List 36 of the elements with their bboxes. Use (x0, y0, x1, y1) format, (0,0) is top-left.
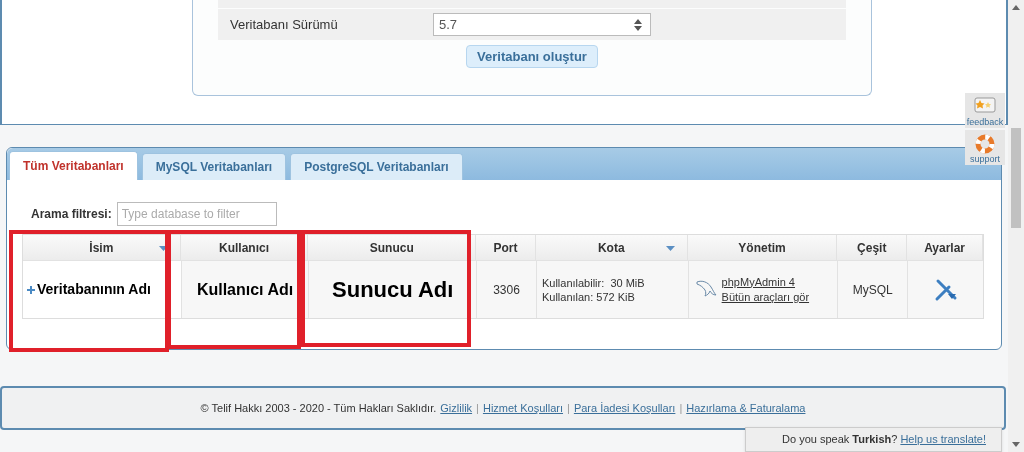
lifebuoy-icon (975, 134, 995, 154)
create-database-button[interactable]: Veritabanı oluştur (466, 45, 598, 68)
tab[interactable]: Tüm Veritabanları (9, 151, 138, 180)
footer-link[interactable]: Hazırlama & Faturalama (686, 399, 806, 417)
spinner-arrows-icon (634, 18, 642, 31)
admin-link[interactable]: Bütün araçları gör (721, 289, 810, 305)
database-name: Veritabanının Adı (37, 280, 151, 299)
server-name: Sunucu Adı (332, 276, 454, 304)
quota-text: Kullanılan: 572 KiB (541, 289, 636, 304)
footer-link[interactable]: Gizlilik (440, 399, 473, 417)
support-button[interactable]: support (965, 130, 1005, 165)
footer-link[interactable]: Hizmet Koşulları (482, 399, 563, 417)
copyright-text: © Telif Hakkı 2003 - 2020 - Tüm Hakları Saklıdır. (200, 400, 437, 416)
link-separator: | (567, 400, 570, 416)
plus-icon[interactable] (27, 285, 35, 294)
type-cell-text: MySQL (852, 281, 893, 299)
feedback-button[interactable]: feedback (965, 93, 1005, 128)
user-name: Kullanıcı Adı (196, 279, 294, 300)
filter-field[interactable]: Type database to filter (116, 202, 277, 226)
filter-label: Arama filtresi: (31, 206, 112, 223)
admin-link[interactable]: phpMyAdmin 4 (721, 274, 810, 290)
tab[interactable]: MySQL Veritabanları (141, 153, 287, 180)
quota-text: Kullanılabilir: 30 MiB (541, 275, 646, 290)
version-label: Veritabanı Sürümü (230, 15, 339, 34)
scroll-down-icon[interactable] (1012, 442, 1020, 447)
tab[interactable]: PostgreSQL Veritabanları (290, 153, 463, 180)
footer-link[interactable]: Para İadesi Koşulları (573, 399, 676, 417)
translate-link[interactable]: Help us translate! (900, 431, 986, 448)
link-separator: | (679, 400, 683, 416)
scrollbar-thumb[interactable] (1011, 128, 1021, 228)
scroll-up-icon[interactable] (1012, 5, 1020, 10)
tools-icon[interactable] (933, 277, 958, 302)
version-select[interactable]: 5.7 (433, 13, 651, 36)
link-separator: | (476, 400, 479, 416)
translate-question: Do you speak Turkish? (782, 432, 898, 448)
port-cell-text: 3306 (493, 281, 520, 299)
